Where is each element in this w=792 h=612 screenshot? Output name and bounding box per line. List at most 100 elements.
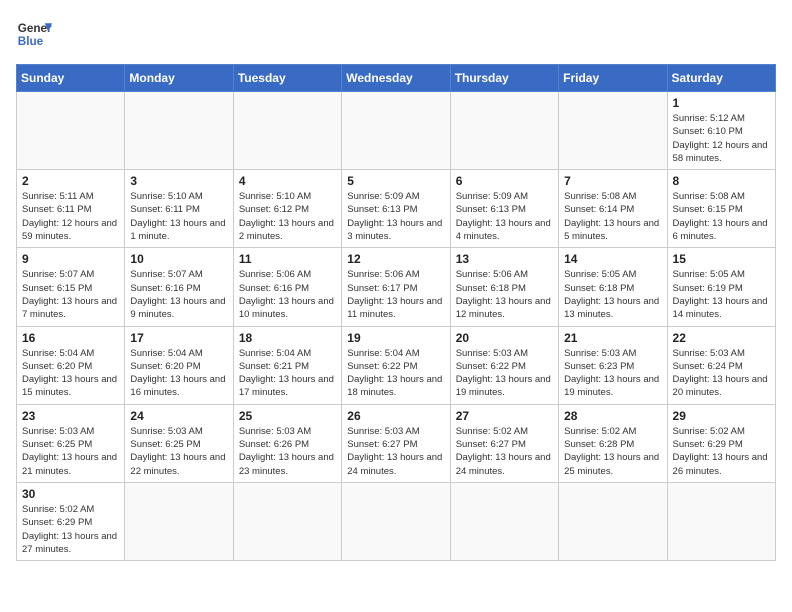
day-number: 29 xyxy=(673,409,770,423)
day-info: Sunrise: 5:02 AM Sunset: 6:29 PM Dayligh… xyxy=(22,503,119,556)
day-info: Sunrise: 5:04 AM Sunset: 6:20 PM Dayligh… xyxy=(22,347,119,400)
day-number: 15 xyxy=(673,252,770,266)
calendar-cell xyxy=(667,482,775,560)
calendar-week-5: 23 Sunrise: 5:03 AM Sunset: 6:25 PM Dayli… xyxy=(17,404,776,482)
calendar-cell: 29 Sunrise: 5:02 AM Sunset: 6:29 PM Dayli… xyxy=(667,404,775,482)
day-info: Sunrise: 5:04 AM Sunset: 6:21 PM Dayligh… xyxy=(239,347,336,400)
calendar-cell: 15 Sunrise: 5:05 AM Sunset: 6:19 PM Dayli… xyxy=(667,248,775,326)
calendar-week-6: 30Sunrise: 5:02 AM Sunset: 6:29 PM Dayli… xyxy=(17,482,776,560)
calendar-cell: 3Sunrise: 5:10 AM Sunset: 6:11 PM Daylig… xyxy=(125,170,233,248)
day-number: 13 xyxy=(456,252,553,266)
calendar-cell: 28Sunrise: 5:02 AM Sunset: 6:28 PM Dayli… xyxy=(559,404,667,482)
day-info: Sunrise: 5:05 AM Sunset: 6:18 PM Dayligh… xyxy=(564,268,661,321)
day-info: Sunrise: 5:07 AM Sunset: 6:16 PM Dayligh… xyxy=(130,268,227,321)
day-number: 9 xyxy=(22,252,119,266)
calendar-cell: 24 Sunrise: 5:03 AM Sunset: 6:25 PM Dayli… xyxy=(125,404,233,482)
calendar-cell: 14 Sunrise: 5:05 AM Sunset: 6:18 PM Dayli… xyxy=(559,248,667,326)
day-info: Sunrise: 5:02 AM Sunset: 6:29 PM Dayligh… xyxy=(673,425,770,478)
calendar-cell: 2Sunrise: 5:11 AM Sunset: 6:11 PM Daylig… xyxy=(17,170,125,248)
calendar-cell: 1 Sunrise: 5:12 AM Sunset: 6:10 PM Daylig… xyxy=(667,92,775,170)
day-info: Sunrise: 5:10 AM Sunset: 6:12 PM Dayligh… xyxy=(239,190,336,243)
day-info: Sunrise: 5:03 AM Sunset: 6:27 PM Dayligh… xyxy=(347,425,444,478)
day-number: 4 xyxy=(239,174,336,188)
calendar-cell: 22 Sunrise: 5:03 AM Sunset: 6:24 PM Dayli… xyxy=(667,326,775,404)
day-info: Sunrise: 5:09 AM Sunset: 6:13 PM Dayligh… xyxy=(347,190,444,243)
day-number: 5 xyxy=(347,174,444,188)
day-number: 23 xyxy=(22,409,119,423)
calendar-cell: 6 Sunrise: 5:09 AM Sunset: 6:13 PM Daylig… xyxy=(450,170,558,248)
day-number: 11 xyxy=(239,252,336,266)
calendar-cell xyxy=(17,92,125,170)
weekday-header-row: SundayMondayTuesdayWednesdayThursdayFrid… xyxy=(17,65,776,92)
day-number: 20 xyxy=(456,331,553,345)
day-number: 22 xyxy=(673,331,770,345)
logo-icon: General Blue xyxy=(16,16,52,52)
day-info: Sunrise: 5:04 AM Sunset: 6:20 PM Dayligh… xyxy=(130,347,227,400)
day-info: Sunrise: 5:04 AM Sunset: 6:22 PM Dayligh… xyxy=(347,347,444,400)
calendar-cell xyxy=(450,92,558,170)
calendar-cell xyxy=(450,482,558,560)
calendar-cell: 16 Sunrise: 5:04 AM Sunset: 6:20 PM Dayli… xyxy=(17,326,125,404)
day-number: 26 xyxy=(347,409,444,423)
day-info: Sunrise: 5:05 AM Sunset: 6:19 PM Dayligh… xyxy=(673,268,770,321)
calendar-cell: 17Sunrise: 5:04 AM Sunset: 6:20 PM Dayli… xyxy=(125,326,233,404)
day-info: Sunrise: 5:12 AM Sunset: 6:10 PM Dayligh… xyxy=(673,112,770,165)
calendar-cell: 8 Sunrise: 5:08 AM Sunset: 6:15 PM Daylig… xyxy=(667,170,775,248)
calendar-cell: 10 Sunrise: 5:07 AM Sunset: 6:16 PM Dayli… xyxy=(125,248,233,326)
calendar-cell: 9Sunrise: 5:07 AM Sunset: 6:15 PM Daylig… xyxy=(17,248,125,326)
calendar-cell: 4 Sunrise: 5:10 AM Sunset: 6:12 PM Daylig… xyxy=(233,170,341,248)
day-info: Sunrise: 5:03 AM Sunset: 6:24 PM Dayligh… xyxy=(673,347,770,400)
day-number: 12 xyxy=(347,252,444,266)
calendar-cell xyxy=(233,482,341,560)
calendar-cell: 26 Sunrise: 5:03 AM Sunset: 6:27 PM Dayli… xyxy=(342,404,450,482)
calendar-cell: 19 Sunrise: 5:04 AM Sunset: 6:22 PM Dayli… xyxy=(342,326,450,404)
calendar-week-2: 2Sunrise: 5:11 AM Sunset: 6:11 PM Daylig… xyxy=(17,170,776,248)
svg-text:Blue: Blue xyxy=(18,35,44,48)
day-info: Sunrise: 5:03 AM Sunset: 6:26 PM Dayligh… xyxy=(239,425,336,478)
weekday-header-saturday: Saturday xyxy=(667,65,775,92)
calendar-cell xyxy=(342,92,450,170)
calendar-table: SundayMondayTuesdayWednesdayThursdayFrid… xyxy=(16,64,776,561)
day-info: Sunrise: 5:02 AM Sunset: 6:28 PM Dayligh… xyxy=(564,425,661,478)
day-info: Sunrise: 5:06 AM Sunset: 6:17 PM Dayligh… xyxy=(347,268,444,321)
calendar-cell: 25Sunrise: 5:03 AM Sunset: 6:26 PM Dayli… xyxy=(233,404,341,482)
day-number: 14 xyxy=(564,252,661,266)
day-number: 8 xyxy=(673,174,770,188)
day-info: Sunrise: 5:03 AM Sunset: 6:23 PM Dayligh… xyxy=(564,347,661,400)
calendar-cell xyxy=(125,92,233,170)
weekday-header-sunday: Sunday xyxy=(17,65,125,92)
day-number: 6 xyxy=(456,174,553,188)
day-number: 10 xyxy=(130,252,227,266)
day-info: Sunrise: 5:09 AM Sunset: 6:13 PM Dayligh… xyxy=(456,190,553,243)
day-number: 19 xyxy=(347,331,444,345)
day-info: Sunrise: 5:06 AM Sunset: 6:16 PM Dayligh… xyxy=(239,268,336,321)
day-info: Sunrise: 5:02 AM Sunset: 6:27 PM Dayligh… xyxy=(456,425,553,478)
calendar-cell xyxy=(559,482,667,560)
calendar-cell: 5 Sunrise: 5:09 AM Sunset: 6:13 PM Daylig… xyxy=(342,170,450,248)
day-number: 27 xyxy=(456,409,553,423)
weekday-header-monday: Monday xyxy=(125,65,233,92)
day-info: Sunrise: 5:03 AM Sunset: 6:22 PM Dayligh… xyxy=(456,347,553,400)
calendar-cell xyxy=(125,482,233,560)
weekday-header-thursday: Thursday xyxy=(450,65,558,92)
calendar-cell: 18 Sunrise: 5:04 AM Sunset: 6:21 PM Dayli… xyxy=(233,326,341,404)
calendar-cell: 7 Sunrise: 5:08 AM Sunset: 6:14 PM Daylig… xyxy=(559,170,667,248)
day-number: 18 xyxy=(239,331,336,345)
day-number: 16 xyxy=(22,331,119,345)
day-info: Sunrise: 5:03 AM Sunset: 6:25 PM Dayligh… xyxy=(130,425,227,478)
weekday-header-friday: Friday xyxy=(559,65,667,92)
day-info: Sunrise: 5:08 AM Sunset: 6:15 PM Dayligh… xyxy=(673,190,770,243)
day-number: 24 xyxy=(130,409,227,423)
calendar-cell: 27 Sunrise: 5:02 AM Sunset: 6:27 PM Dayli… xyxy=(450,404,558,482)
day-info: Sunrise: 5:03 AM Sunset: 6:25 PM Dayligh… xyxy=(22,425,119,478)
calendar-week-3: 9Sunrise: 5:07 AM Sunset: 6:15 PM Daylig… xyxy=(17,248,776,326)
day-info: Sunrise: 5:08 AM Sunset: 6:14 PM Dayligh… xyxy=(564,190,661,243)
calendar-week-4: 16 Sunrise: 5:04 AM Sunset: 6:20 PM Dayli… xyxy=(17,326,776,404)
day-number: 1 xyxy=(673,96,770,110)
day-number: 7 xyxy=(564,174,661,188)
calendar-cell xyxy=(559,92,667,170)
calendar-cell: 11 Sunrise: 5:06 AM Sunset: 6:16 PM Dayli… xyxy=(233,248,341,326)
calendar-cell xyxy=(342,482,450,560)
calendar-cell: 13Sunrise: 5:06 AM Sunset: 6:18 PM Dayli… xyxy=(450,248,558,326)
logo: General Blue xyxy=(16,16,52,52)
